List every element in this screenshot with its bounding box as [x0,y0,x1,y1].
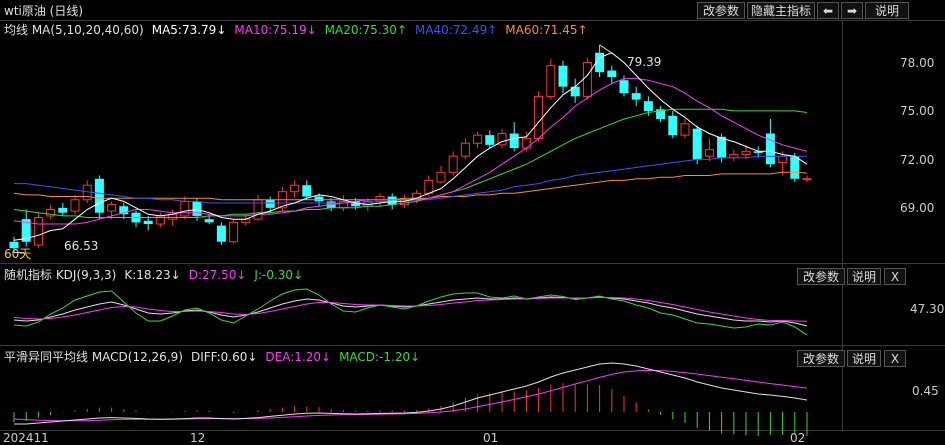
candle-body [631,93,641,100]
candle-body [473,134,483,144]
candle-body [668,115,678,136]
candle-body [204,219,214,223]
candle-body [265,199,275,208]
candle-body [229,221,239,243]
candle-body [375,196,385,202]
candle-body [704,149,714,157]
candle-body [9,241,19,249]
chart-canvas [9,44,812,436]
candle-body [717,136,727,158]
candle-body [302,185,312,197]
candle-body [290,184,300,193]
kdj-k-line [13,296,808,327]
candle-body [582,61,592,97]
ma40-line [14,155,807,204]
candle-body [729,154,739,159]
candle-body [33,217,43,246]
candle-body [143,220,153,224]
candle-body [436,171,446,183]
candle-body [778,155,788,164]
candle-body [314,196,324,202]
candle-body [802,178,812,181]
macd-dea-line [13,369,808,422]
candle-body [180,200,190,217]
candle-body [570,86,580,97]
candle-body [509,133,519,149]
candle-body [643,101,653,111]
candle-body [765,133,775,165]
high-marker [599,44,612,54]
candle-body [387,196,397,205]
candle-body [70,199,80,212]
candle-body [607,70,617,77]
candle-body [558,65,568,87]
candle-body [107,204,117,212]
candle-body [680,123,690,136]
kdj-d-line [13,297,808,322]
candle-body [460,142,470,157]
candle-body [546,65,556,97]
ma5-line [13,52,808,241]
candle-body [485,135,495,145]
candle-body [741,150,751,156]
candle-body [448,155,458,173]
candle-body [790,156,800,179]
candle-body [216,225,226,242]
candle-body [692,128,702,160]
candle-body [619,80,629,94]
ma60-line [13,171,808,201]
candle-body [534,95,544,139]
candle-body [424,179,434,194]
candle-body [94,178,104,213]
candle-body [192,201,202,216]
candle-body [521,137,531,149]
macd-diff-line [14,362,808,425]
candle-body [58,207,68,213]
